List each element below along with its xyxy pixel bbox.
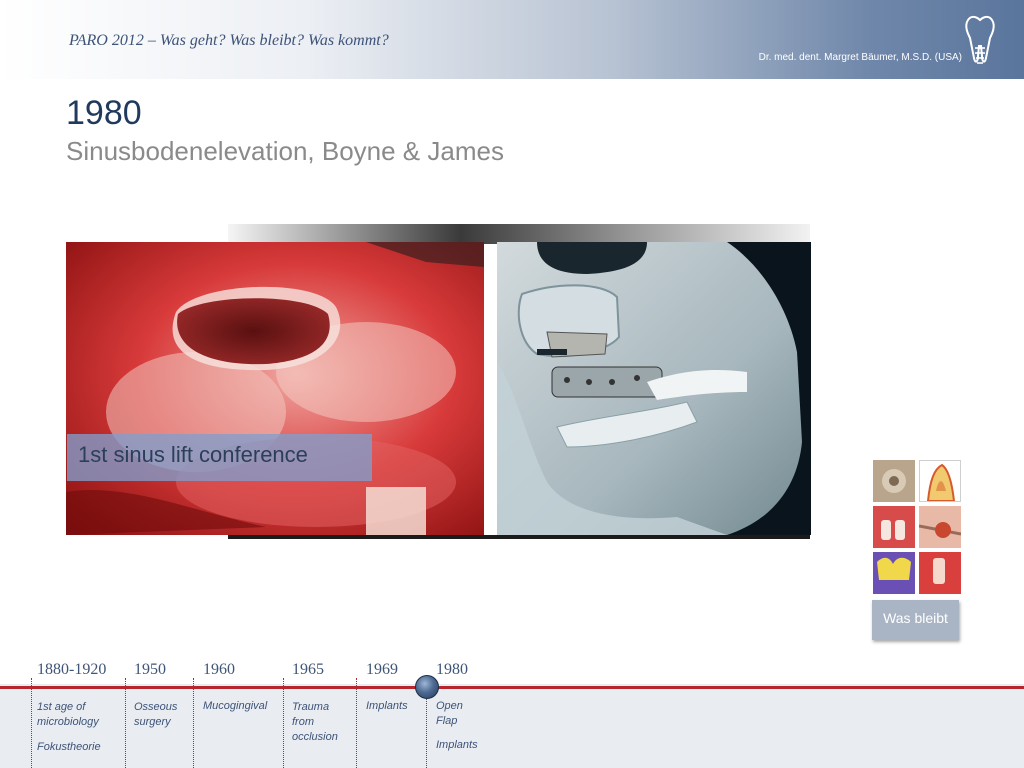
skull-implant-render <box>497 242 811 535</box>
header-band: PARO 2012 – Was geht? Was bleibt? Was ko… <box>0 0 1024 79</box>
timeline-label-1980: Open Flap <box>436 699 463 729</box>
was-bleibt-button[interactable]: Was bleibt <box>872 600 959 640</box>
sinus-surgery-photo <box>66 242 484 535</box>
timeline-line <box>0 686 1024 689</box>
thumbnail-surgery-tool[interactable] <box>919 506 961 548</box>
timeline-label-line: surgery <box>134 716 171 728</box>
timeline-label-line: Flap <box>436 715 458 727</box>
timeline-year-1880[interactable]: 1880-1920 <box>37 661 106 679</box>
caption-text: 1st sinus lift conference <box>78 442 308 467</box>
timeline-sublabel-1980: Implants <box>436 739 478 751</box>
timeline-label-line: Open <box>436 700 463 712</box>
thumbnail-gingiva[interactable] <box>873 506 915 548</box>
timeline-year-1960[interactable]: 1960 <box>203 661 235 679</box>
timeline-year-1950[interactable]: 1950 <box>134 661 166 679</box>
presentation-title: PARO 2012 – Was geht? Was bleibt? Was ko… <box>69 32 389 49</box>
timeline-divider <box>356 678 357 768</box>
caption-overlay: 1st sinus lift conference <box>67 434 372 481</box>
timeline-label-line: Trauma <box>292 701 330 713</box>
thumbnail-model-teeth[interactable] <box>873 552 915 594</box>
timeline-year-1969[interactable]: 1969 <box>366 661 398 679</box>
timeline-divider <box>125 678 126 768</box>
thumbnail-periodontal-xray[interactable] <box>873 460 915 502</box>
was-bleibt-label: Was bleibt <box>883 610 948 626</box>
timeline-marker-icon[interactable] <box>415 675 439 699</box>
timeline-label-1960: Mucogingival <box>203 700 268 712</box>
author-name: Dr. med. dent. Margret Bäumer, M.S.D. (U… <box>758 52 962 63</box>
timeline-label-line: occlusion <box>292 731 338 743</box>
timeline-label-1950: Osseous surgery <box>134 700 177 730</box>
slide-subtitle: Sinusbodenelevation, Boyne & James <box>66 136 504 166</box>
timeline-label-line: Osseous <box>134 701 178 713</box>
timeline-divider <box>31 678 32 768</box>
timeline-label-line: from <box>292 716 314 728</box>
timeline-label-1880: 1st age of microbiology <box>37 700 99 730</box>
timeline-label-1965: Trauma from occlusion <box>292 700 338 745</box>
timeline-year-1965[interactable]: 1965 <box>292 661 324 679</box>
timeline-divider <box>193 678 194 768</box>
timeline-label-line: microbiology <box>37 716 99 728</box>
thumbnail-tooth-diagram[interactable] <box>919 460 961 502</box>
timeline-year-1980[interactable]: 1980 <box>436 661 468 679</box>
slide-year: 1980 <box>66 94 142 132</box>
tooth-implant-icon <box>965 15 995 64</box>
thumbnail-implant-site[interactable] <box>919 552 961 594</box>
timeline-label-1969: Implants <box>366 700 408 712</box>
timeline-divider <box>283 678 284 768</box>
timeline-sublabel-1880: Fokustheorie <box>37 741 101 753</box>
timeline-label-line: 1st age of <box>37 701 86 713</box>
